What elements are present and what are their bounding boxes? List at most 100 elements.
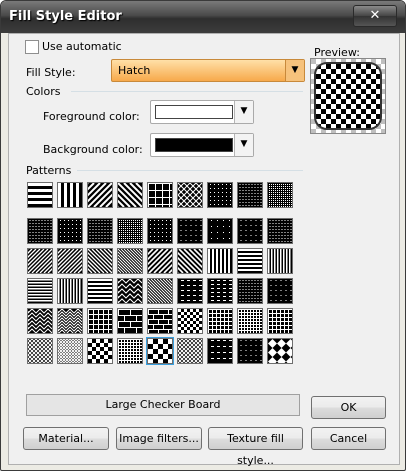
pattern-swatch[interactable] — [237, 338, 263, 364]
pattern-swatch[interactable] — [267, 248, 293, 274]
pattern-preview — [118, 249, 142, 273]
pattern-preview — [208, 309, 232, 333]
image-filters-button[interactable]: Image filters... — [116, 427, 202, 450]
pattern-swatch[interactable] — [27, 278, 53, 304]
pattern-preview — [58, 219, 82, 243]
pattern-swatch[interactable] — [177, 338, 203, 364]
pattern-preview — [148, 339, 172, 363]
pattern-swatch[interactable] — [267, 308, 293, 334]
patterns-group-label: Patterns — [26, 164, 76, 177]
selected-pattern-name: Large Checker Board — [26, 394, 300, 416]
pattern-swatch[interactable] — [117, 338, 143, 364]
pattern-swatch[interactable] — [27, 182, 53, 208]
pattern-swatch[interactable] — [147, 218, 173, 244]
pattern-preview — [28, 249, 52, 273]
pattern-swatch[interactable] — [57, 308, 83, 334]
patterns-divider — [77, 170, 303, 171]
foreground-color-picker[interactable]: ▼ — [150, 100, 254, 124]
background-color-picker[interactable]: ▼ — [150, 133, 254, 157]
window-title: Fill Style Editor — [9, 9, 122, 24]
pattern-preview — [88, 249, 112, 273]
pattern-swatch[interactable] — [117, 248, 143, 274]
pattern-preview — [178, 219, 202, 243]
chevron-down-icon[interactable]: ▼ — [234, 134, 253, 156]
pattern-swatch[interactable] — [237, 278, 263, 304]
preview-swatch — [311, 59, 385, 133]
pattern-swatch[interactable] — [267, 278, 293, 304]
pattern-swatch[interactable] — [117, 308, 143, 334]
pattern-preview — [178, 339, 202, 363]
colors-divider — [71, 91, 303, 92]
background-color-label: Background color: — [43, 143, 143, 156]
pattern-preview — [88, 219, 112, 243]
texture-fill-style-button[interactable]: Texture fill style... — [208, 427, 303, 467]
pattern-swatch[interactable] — [237, 308, 263, 334]
pattern-swatch[interactable] — [87, 182, 113, 208]
pattern-swatch[interactable] — [207, 278, 233, 304]
use-automatic-label: Use automatic — [42, 40, 122, 53]
pattern-swatch[interactable] — [87, 338, 113, 364]
pattern-swatch[interactable] — [117, 278, 143, 304]
pattern-swatch[interactable] — [57, 278, 83, 304]
pattern-swatch[interactable] — [146, 337, 174, 365]
pattern-swatch[interactable] — [57, 182, 83, 208]
pattern-swatch[interactable] — [207, 182, 233, 208]
pattern-swatch[interactable] — [207, 218, 233, 244]
pattern-preview — [148, 219, 172, 243]
dialog-body: Use automatic Fill Style: Hatch ▼ Colors… — [8, 33, 400, 467]
pattern-preview — [148, 183, 172, 207]
fill-style-dropdown[interactable]: Hatch ▼ — [111, 59, 305, 82]
chevron-down-icon[interactable]: ▼ — [234, 101, 253, 123]
pattern-swatch[interactable] — [147, 308, 173, 334]
pattern-swatch[interactable] — [207, 308, 233, 334]
pattern-swatch[interactable] — [267, 182, 293, 208]
pattern-swatch[interactable] — [267, 218, 293, 244]
pattern-swatch[interactable] — [57, 248, 83, 274]
pattern-swatch[interactable] — [177, 248, 203, 274]
pattern-swatch[interactable] — [87, 278, 113, 304]
chevron-down-icon[interactable]: ▼ — [285, 60, 304, 81]
pattern-preview — [178, 183, 202, 207]
pattern-swatch[interactable] — [27, 218, 53, 244]
pattern-preview — [88, 339, 112, 363]
pattern-swatch[interactable] — [237, 248, 263, 274]
pattern-swatch[interactable] — [57, 338, 83, 364]
pattern-swatch[interactable] — [237, 182, 263, 208]
pattern-swatch[interactable] — [267, 338, 293, 364]
pattern-preview — [88, 183, 112, 207]
pattern-swatch[interactable] — [177, 278, 203, 304]
pattern-swatch[interactable] — [27, 308, 53, 334]
pattern-swatch[interactable] — [147, 248, 173, 274]
cancel-button[interactable]: Cancel — [311, 427, 386, 450]
use-automatic-checkbox[interactable] — [25, 40, 39, 54]
pattern-swatch[interactable] — [57, 218, 83, 244]
pattern-preview — [28, 339, 52, 363]
close-button[interactable]: ✕ — [353, 5, 397, 27]
pattern-preview — [58, 183, 82, 207]
pattern-swatch[interactable] — [87, 308, 113, 334]
pattern-swatch[interactable] — [177, 218, 203, 244]
colors-group-label: Colors — [26, 85, 65, 98]
pattern-preview — [268, 279, 292, 303]
close-icon: ✕ — [369, 8, 381, 23]
pattern-swatch[interactable] — [27, 248, 53, 274]
pattern-swatch[interactable] — [177, 308, 203, 334]
pattern-swatch[interactable] — [237, 218, 263, 244]
pattern-swatch[interactable] — [87, 218, 113, 244]
pattern-swatch[interactable] — [117, 218, 143, 244]
pattern-preview — [208, 339, 232, 363]
ok-button[interactable]: OK — [311, 396, 386, 419]
pattern-swatch[interactable] — [147, 278, 173, 304]
pattern-swatch[interactable] — [207, 248, 233, 274]
pattern-swatch[interactable] — [27, 338, 53, 364]
pattern-grid — [27, 182, 299, 392]
pattern-swatch[interactable] — [117, 182, 143, 208]
pattern-swatch[interactable] — [87, 248, 113, 274]
pattern-preview — [238, 183, 262, 207]
pattern-swatch[interactable] — [147, 182, 173, 208]
pattern-swatch[interactable] — [177, 182, 203, 208]
pattern-preview — [268, 339, 292, 363]
pattern-preview — [268, 249, 292, 273]
pattern-swatch[interactable] — [207, 338, 233, 364]
material-button[interactable]: Material... — [23, 427, 109, 450]
